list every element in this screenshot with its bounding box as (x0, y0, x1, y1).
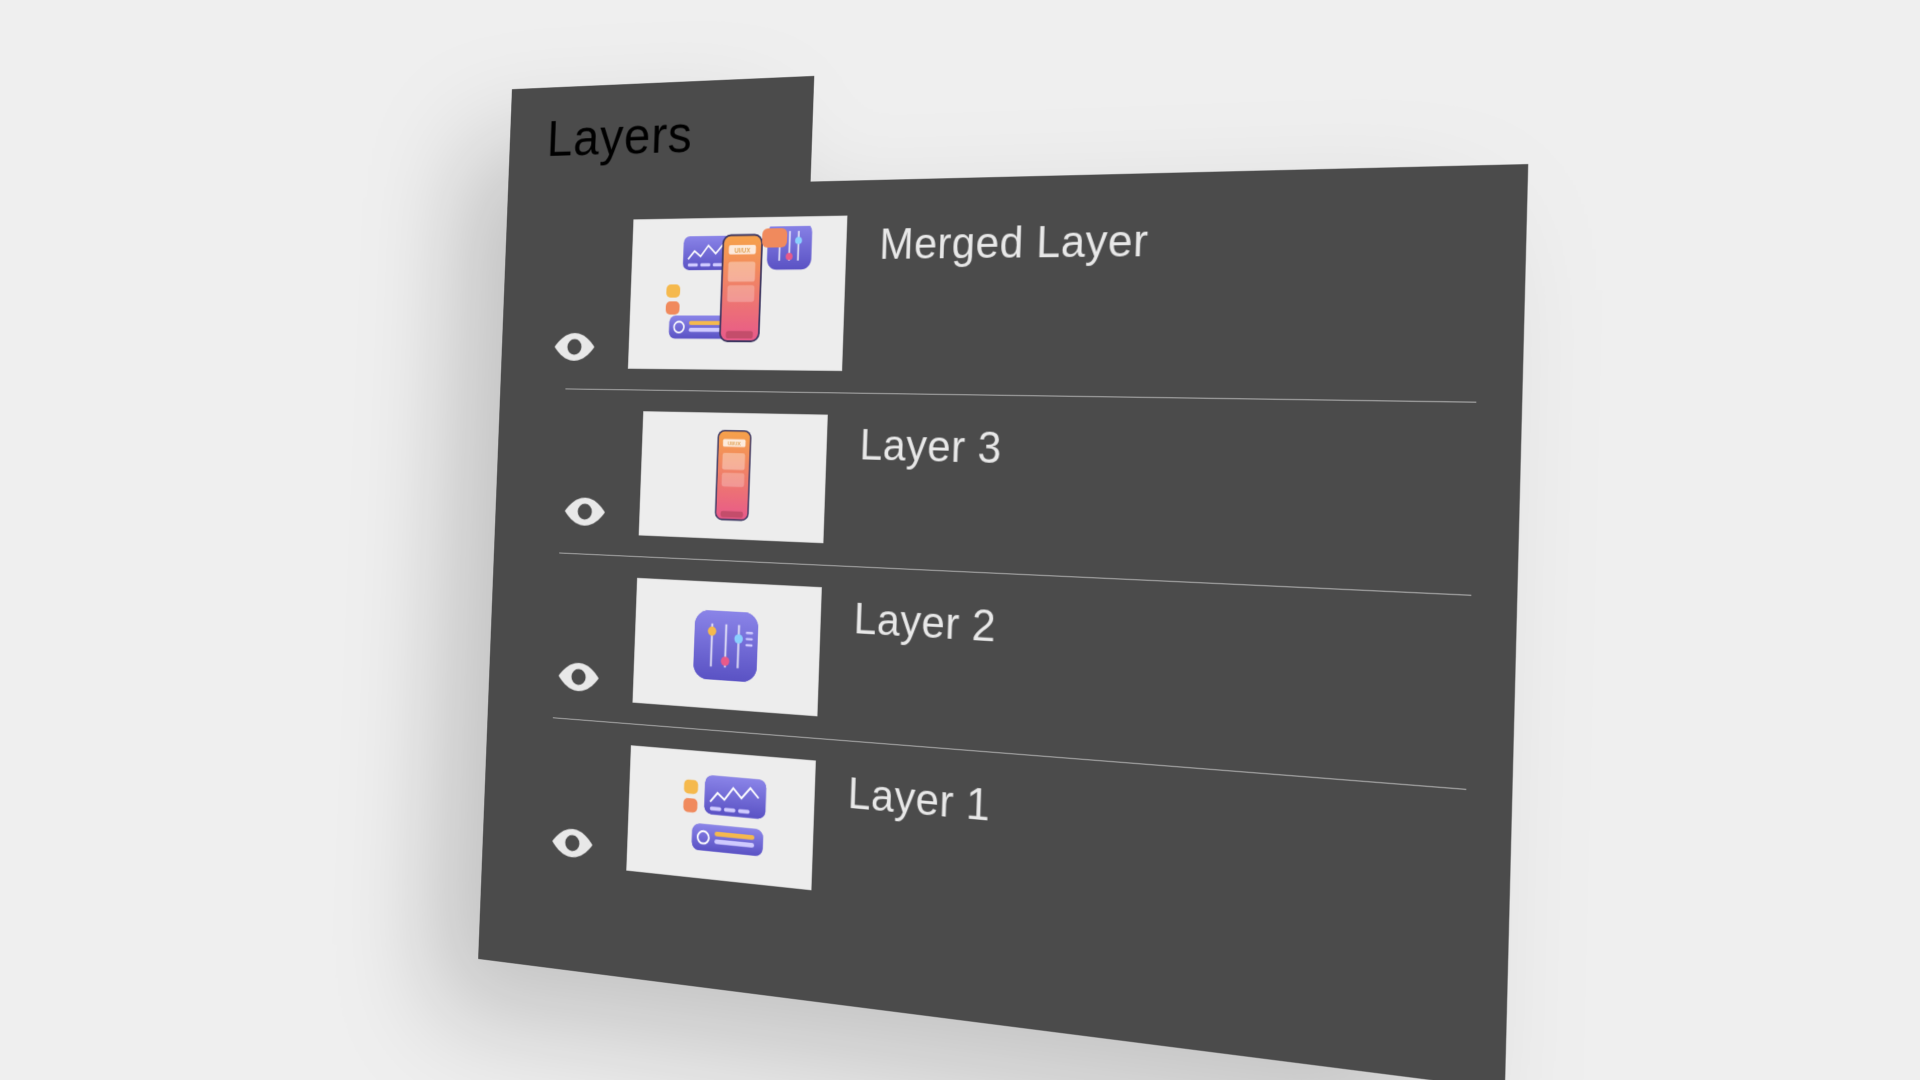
thumbnail-phone-icon (656, 420, 809, 532)
layer-thumbnail[interactable] (626, 745, 816, 890)
thumbnail-sliders-icon (650, 588, 803, 705)
eye-icon (558, 661, 599, 692)
layer-name[interactable]: Layer 3 (859, 421, 1003, 474)
layer-thumbnail[interactable] (639, 411, 828, 543)
visibility-toggle[interactable] (550, 332, 599, 360)
layer-row[interactable]: Merged Layer (500, 194, 1527, 402)
eye-icon (564, 496, 605, 525)
thumbnail-dashboard-icon (644, 756, 798, 878)
layer-name[interactable]: Layer 1 (847, 769, 991, 832)
layers-panel: Merged Layer Layer 3 (478, 164, 1528, 1080)
visibility-toggle[interactable] (560, 496, 609, 526)
eye-icon (552, 827, 593, 859)
eye-icon (554, 332, 595, 360)
panel-title: Layers (546, 102, 694, 167)
thumbnail-merged-icon (647, 225, 827, 361)
visibility-toggle[interactable] (554, 661, 603, 692)
layer-thumbnail[interactable] (628, 215, 848, 370)
layer-thumbnail[interactable] (632, 577, 821, 716)
layer-name[interactable]: Merged Layer (879, 216, 1150, 269)
visibility-toggle[interactable] (548, 826, 597, 859)
panel-tab[interactable]: Layers (508, 75, 814, 188)
layer-name[interactable]: Layer 2 (853, 594, 997, 652)
